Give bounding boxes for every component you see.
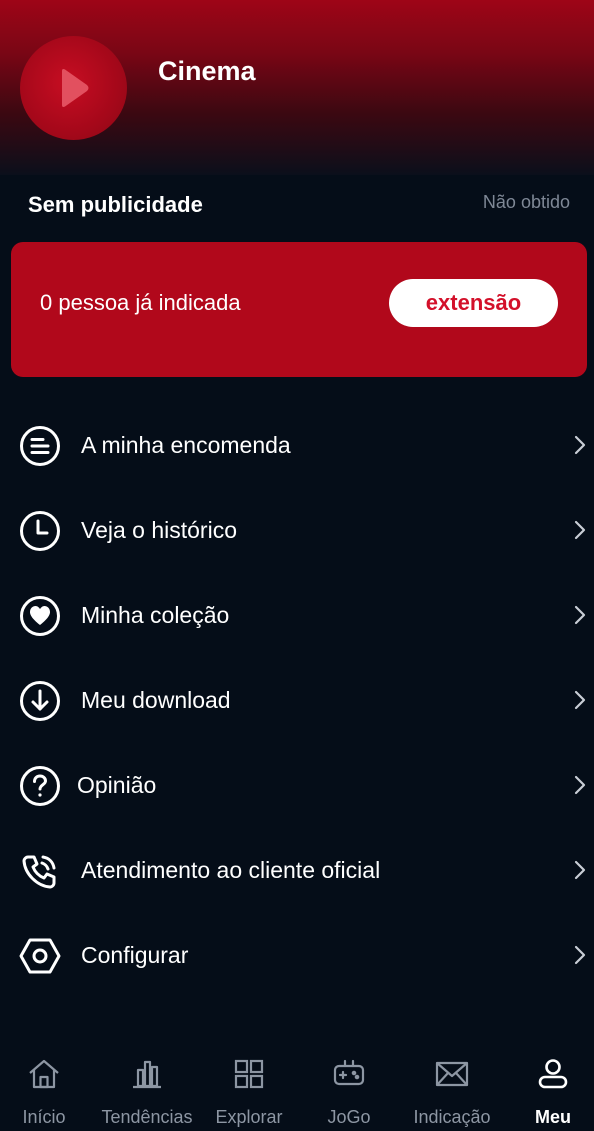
no-ads-title: Sem publicidade <box>28 192 203 217</box>
order-list-icon <box>19 425 61 467</box>
bottom-nav: Início Tendências Explorar JoGo Indicaçã… <box>0 1045 594 1131</box>
nav-trends[interactable]: Tendências <box>95 1045 199 1131</box>
nav-label: Explorar <box>215 1107 283 1127</box>
nav-label: JoGo <box>327 1107 371 1127</box>
nav-label: Início <box>22 1107 66 1127</box>
chevron-right-icon <box>574 945 586 970</box>
play-icon <box>62 69 89 107</box>
gamepad-icon <box>332 1057 366 1091</box>
menu-item-label: Atendimento ao cliente oficial <box>81 857 381 883</box>
invite-card: 0 pessoa já indicada extensão <box>11 242 587 377</box>
menu-list: A minha encomenda Veja o histórico Minha… <box>0 403 594 998</box>
home-icon <box>27 1057 61 1091</box>
menu-item-history[interactable]: Veja o histórico <box>0 488 594 573</box>
menu-item-customer-service[interactable]: Atendimento ao cliente oficial <box>0 828 594 913</box>
clock-icon <box>19 510 61 552</box>
extension-button[interactable]: extensão <box>389 279 558 327</box>
profile-header: Cinema <box>0 0 594 175</box>
heart-icon <box>19 595 61 637</box>
menu-item-collection[interactable]: Minha coleção <box>0 573 594 658</box>
chevron-right-icon <box>574 775 586 800</box>
menu-item-label: Meu download <box>81 687 231 713</box>
nav-referral[interactable]: Indicação <box>406 1045 498 1131</box>
trends-icon <box>130 1057 164 1091</box>
mail-icon <box>435 1057 469 1091</box>
menu-item-settings[interactable]: Configurar <box>0 913 594 998</box>
nav-home[interactable]: Início <box>0 1045 88 1131</box>
chevron-right-icon <box>574 860 586 885</box>
menu-item-label: Veja o histórico <box>81 517 237 543</box>
invite-count-text: 0 pessoa já indicada <box>40 290 241 315</box>
nav-explore[interactable]: Explorar <box>206 1045 292 1131</box>
settings-hexagon-icon <box>19 935 61 977</box>
phone-icon <box>19 850 61 892</box>
nav-label: Indicação <box>413 1107 491 1127</box>
chevron-right-icon <box>574 435 586 460</box>
app-title: Cinema <box>158 56 256 86</box>
chevron-right-icon <box>574 520 586 545</box>
nav-game[interactable]: JoGo <box>306 1045 392 1131</box>
app-logo <box>20 36 127 140</box>
grid-icon <box>232 1057 266 1091</box>
chevron-right-icon <box>574 605 586 630</box>
help-icon <box>19 765 61 807</box>
menu-item-feedback[interactable]: Opinião <box>0 743 594 828</box>
no-ads-status: Não obtido <box>482 192 570 212</box>
download-icon <box>19 680 61 722</box>
chevron-right-icon <box>574 690 586 715</box>
nav-label: Tendências <box>101 1107 193 1127</box>
menu-item-order[interactable]: A minha encomenda <box>0 403 594 488</box>
menu-item-label: Configurar <box>81 942 189 968</box>
menu-item-label: Opinião <box>77 772 157 798</box>
menu-item-label: A minha encomenda <box>81 432 291 458</box>
menu-item-download[interactable]: Meu download <box>0 658 594 743</box>
user-icon <box>536 1057 570 1091</box>
menu-item-label: Minha coleção <box>81 602 230 628</box>
nav-me[interactable]: Meu <box>512 1045 594 1131</box>
nav-label: Meu <box>535 1107 571 1127</box>
